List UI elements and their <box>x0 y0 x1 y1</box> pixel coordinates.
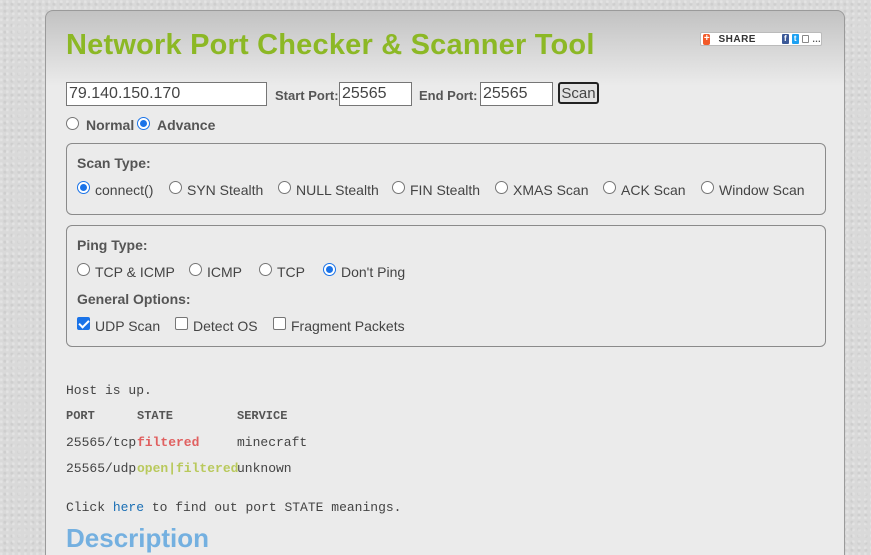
end-port-label: End Port: <box>419 88 478 103</box>
ping-tcp-label: TCP <box>277 264 305 280</box>
udp-scan-checkbox[interactable] <box>77 317 90 330</box>
start-port-label: Start Port: <box>275 88 339 103</box>
fragment-packets-checkbox[interactable] <box>273 317 286 330</box>
ping-icmp-label: ICMP <box>207 264 242 280</box>
mode-advance-label: Advance <box>157 117 216 133</box>
scan-type-connect-radio[interactable] <box>77 181 90 194</box>
page-title: Network Port Checker & Scanner Tool <box>66 29 595 61</box>
scan-type-box <box>66 143 826 215</box>
row-2-service: unknown <box>237 461 292 476</box>
scan-type-xmas-label: XMAS Scan <box>513 182 589 198</box>
detect-os-checkbox[interactable] <box>175 317 188 330</box>
general-options-heading: General Options: <box>77 291 191 307</box>
mode-advance-radio[interactable] <box>137 117 150 130</box>
row-1-service: minecraft <box>237 435 308 450</box>
ping-none-label: Don't Ping <box>341 264 406 280</box>
ping-tcp-icmp-radio[interactable] <box>77 263 90 276</box>
scan-type-heading: Scan Type: <box>77 155 151 171</box>
ping-tcp-radio[interactable] <box>259 263 272 276</box>
host-status: Host is up. <box>66 383 152 398</box>
scan-type-connect-label: connect() <box>95 182 154 198</box>
facebook-icon[interactable]: f <box>781 34 789 44</box>
scan-type-ack-label: ACK Scan <box>621 182 686 198</box>
mode-normal-radio[interactable] <box>66 117 79 130</box>
share-widget[interactable]: + SHARE f t … <box>700 32 822 46</box>
ping-none-radio[interactable] <box>323 263 336 276</box>
scan-type-fin-radio[interactable] <box>392 181 405 194</box>
scan-type-window-label: Window Scan <box>719 182 805 198</box>
scan-type-fin-label: FIN Stealth <box>410 182 481 198</box>
host-input[interactable] <box>66 82 267 106</box>
start-port-input[interactable] <box>339 82 412 106</box>
description-heading: Description <box>66 523 210 553</box>
detect-os-label: Detect OS <box>193 318 258 334</box>
scan-type-null-radio[interactable] <box>278 181 291 194</box>
fragment-packets-label: Fragment Packets <box>291 318 405 334</box>
share-label: SHARE <box>718 33 756 45</box>
ping-tcp-icmp-label: TCP & ICMP <box>95 264 175 280</box>
udp-scan-label: UDP Scan <box>95 318 161 334</box>
col-port-header: PORT <box>66 409 95 423</box>
scan-type-null-label: NULL Stealth <box>296 182 379 198</box>
more-icon[interactable]: … <box>812 34 821 44</box>
main-panel: Network Port Checker & Scanner Tool + SH… <box>45 10 845 555</box>
row-2-state: open|filtered <box>137 461 239 476</box>
row-1-state: filtered <box>137 435 200 450</box>
state-help-prefix: Click <box>66 500 113 515</box>
state-help-suffix: to find out port STATE meanings. <box>144 500 402 515</box>
ping-type-heading: Ping Type: <box>77 237 148 253</box>
state-help-link[interactable]: here <box>113 500 144 515</box>
addthis-plus-icon: + <box>703 32 711 45</box>
ping-icmp-radio[interactable] <box>189 263 202 276</box>
scan-type-window-radio[interactable] <box>701 181 714 194</box>
mode-normal-label: Normal <box>86 117 135 133</box>
scan-button[interactable]: Scan <box>558 82 599 104</box>
col-state-header: STATE <box>137 409 174 423</box>
scan-type-xmas-radio[interactable] <box>495 181 508 194</box>
scan-type-ack-radio[interactable] <box>603 181 616 194</box>
end-port-input[interactable] <box>480 82 553 106</box>
scan-type-syn-label: SYN Stealth <box>187 182 264 198</box>
col-service-header: SERVICE <box>237 409 288 423</box>
scan-type-syn-radio[interactable] <box>169 181 182 194</box>
state-help-text: Click here to find out port STATE meanin… <box>66 500 401 515</box>
row-1-port: 25565/tcp <box>66 435 137 450</box>
twitter-icon[interactable]: t <box>791 34 799 44</box>
row-2-port: 25565/udp <box>66 461 137 476</box>
email-icon[interactable] <box>801 35 810 43</box>
